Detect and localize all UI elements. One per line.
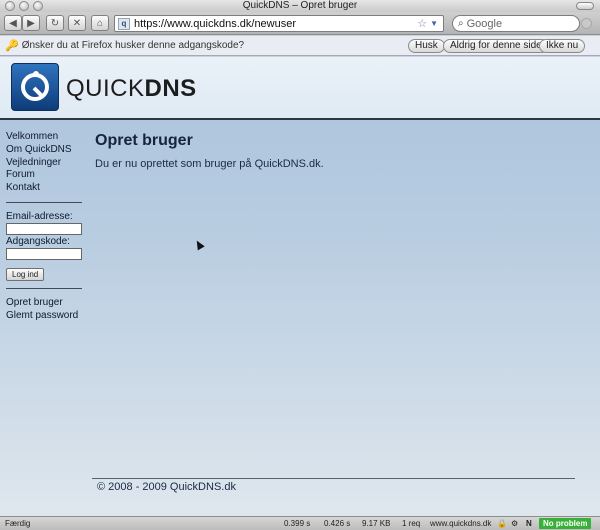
forward-button[interactable]: ▶ xyxy=(22,15,40,31)
logo-dot xyxy=(33,71,39,77)
email-field[interactable] xyxy=(6,222,82,235)
zoom-window-button[interactable] xyxy=(33,1,43,11)
addon-icon[interactable]: ⚙ xyxy=(511,519,518,528)
window-titlebar: QuickDNS – Opret bruger xyxy=(0,0,600,12)
forward-icon: ▶ xyxy=(27,17,35,29)
key-icon: 🔑 xyxy=(5,40,19,52)
window-title: QuickDNS – Opret bruger xyxy=(242,0,358,11)
site-header: QUICKDNS xyxy=(0,57,600,120)
reload-button[interactable]: ↻ xyxy=(46,15,64,31)
login-button[interactable]: Log ind xyxy=(6,267,45,281)
no-problem-badge[interactable]: No problem xyxy=(539,518,592,529)
email-label: Email-adresse: xyxy=(6,210,73,222)
home-button[interactable]: ⌂ xyxy=(91,15,109,31)
url-bar[interactable]: q https://www.quickdns.dk/newuser ☆ ▼ xyxy=(114,15,444,32)
main-content: Opret bruger Du er nu oprettet som bruge… xyxy=(95,132,575,170)
nav-link-vejledninger[interactable]: Vejledninger xyxy=(6,157,84,170)
minimize-window-button[interactable] xyxy=(19,1,29,11)
url-text[interactable]: https://www.quickdns.dk/newuser xyxy=(134,18,417,30)
sidebar-divider xyxy=(6,201,82,203)
status-text: Færdig xyxy=(5,519,31,528)
quickdns-logo-icon[interactable] xyxy=(11,63,59,111)
nav-link-velkommen[interactable]: Velkommen xyxy=(6,131,84,144)
password-field[interactable] xyxy=(6,247,82,260)
close-window-button[interactable] xyxy=(5,1,15,11)
load-time-1: 0.399 s xyxy=(284,519,311,528)
site-identity-icon[interactable]: q xyxy=(118,17,130,30)
home-icon: ⌂ xyxy=(96,17,104,29)
password-label: Adgangskode: xyxy=(6,235,70,247)
footer-copyright: © 2008 - 2009 QuickDNS.dk xyxy=(97,481,236,493)
nav-link-forum[interactable]: Forum xyxy=(6,169,84,182)
nav-link-om-quickdns[interactable]: Om QuickDNS xyxy=(6,144,84,157)
not-now-button[interactable]: Ikke nu xyxy=(539,39,586,53)
search-placeholder: Google xyxy=(466,17,503,30)
status-bar: Færdig 0.399 s 0.426 s 9.17 KB 1 req www… xyxy=(0,516,600,530)
never-for-site-button[interactable]: Aldrig for denne side xyxy=(443,39,549,53)
page-size: 9.17 KB xyxy=(362,519,391,528)
bookmark-star-icon[interactable]: ☆ xyxy=(417,17,427,30)
search-box[interactable]: ⌕ Google xyxy=(452,15,580,32)
back-button[interactable]: ◀ xyxy=(4,15,22,31)
page-title: Opret bruger xyxy=(95,132,193,149)
noscript-icon[interactable]: N xyxy=(526,519,532,528)
toolbar-toggle-button[interactable] xyxy=(576,2,594,10)
stop-button[interactable]: ✕ xyxy=(68,15,86,31)
remember-password-button[interactable]: Husk xyxy=(408,39,445,53)
create-user-link[interactable]: Opret bruger xyxy=(6,297,84,310)
site-logo-text[interactable]: QUICKDNS xyxy=(66,75,197,103)
stop-icon: ✕ xyxy=(72,17,82,29)
sidebar: Velkommen Om QuickDNS Vejledninger Forum… xyxy=(6,131,84,323)
back-icon: ◀ xyxy=(9,17,17,29)
footer-divider xyxy=(92,478,575,479)
throbber-icon xyxy=(581,18,592,29)
search-icon[interactable]: ⌕ xyxy=(458,18,464,29)
lock-icon[interactable]: 🔒 xyxy=(497,519,507,528)
forgot-password-link[interactable]: Glemt password xyxy=(6,310,84,323)
request-count: 1 req xyxy=(402,519,421,528)
reload-icon: ↻ xyxy=(50,17,60,29)
status-host: www.quickdns.dk xyxy=(430,519,492,528)
password-notification-bar: 🔑 Ønsker du at Firefox husker denne adga… xyxy=(0,36,600,56)
nav-link-kontakt[interactable]: Kontakt xyxy=(6,182,84,195)
page-content: QUICKDNS Velkommen Om QuickDNS Vejlednin… xyxy=(0,57,600,516)
logo-text-light: QUICK xyxy=(66,75,145,102)
sidebar-divider xyxy=(6,287,82,289)
notification-message: Ønsker du at Firefox husker denne adgang… xyxy=(21,40,245,51)
url-dropdown-icon[interactable]: ▼ xyxy=(430,19,438,28)
mouse-cursor-icon xyxy=(193,238,205,251)
confirmation-message: Du er nu oprettet som bruger på QuickDNS… xyxy=(95,158,324,170)
logo-text-bold: DNS xyxy=(144,75,197,102)
load-time-2: 0.426 s xyxy=(324,519,351,528)
navigation-toolbar: ◀ ▶ ↻ ✕ ⌂ q https://www.quickdns.dk/newu… xyxy=(0,12,600,35)
